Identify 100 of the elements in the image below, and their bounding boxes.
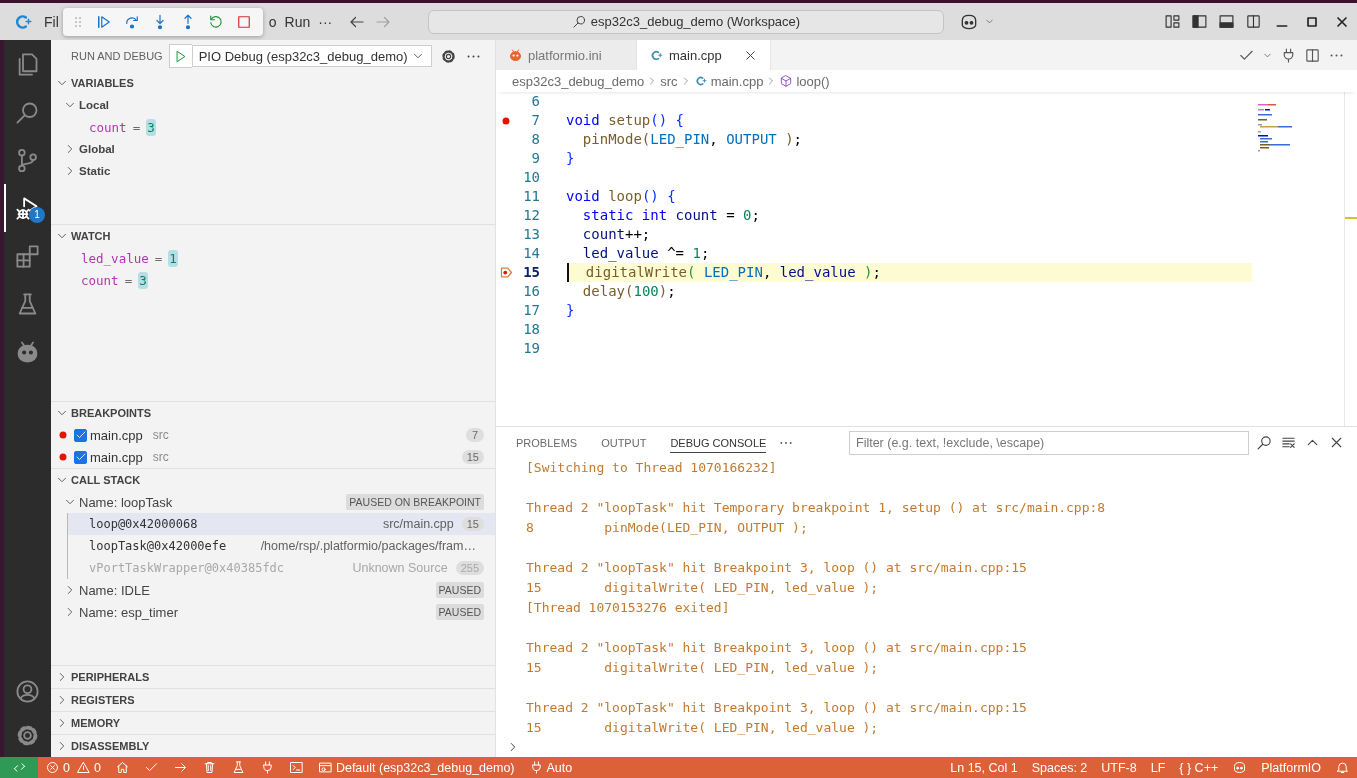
filter-field[interactable]: Filter (e.g. text, !exclude, \escape): [849, 430, 1249, 455]
equals-sign: =: [154, 250, 163, 266]
sidebar-toggle-icon[interactable]: [1191, 13, 1208, 30]
blocks-icon: [14, 242, 41, 270]
variable-value: 1: [168, 249, 178, 267]
equals-sign: =: [124, 272, 133, 288]
editor-tab[interactable]: platformio.ini: [496, 40, 637, 70]
panel-toggle-icon[interactable]: [1218, 13, 1235, 30]
current-line-marker: [1345, 217, 1357, 219]
section-header[interactable]: MEMORY: [51, 712, 495, 734]
variable-name: led_value: [81, 250, 149, 266]
debug-config-dropdown[interactable]: PIO Debug (esp32c3_debug_demo): [191, 45, 432, 67]
equals-sign: =: [132, 119, 141, 135]
line-number: 16: [522, 282, 540, 301]
section-header[interactable]: REGISTERS: [51, 689, 495, 711]
layout-icon[interactable]: [1164, 13, 1181, 30]
breadcrumb[interactable]: esp32c3_debug_demo: [512, 73, 645, 89]
scrollbar-track[interactable]: [1344, 92, 1357, 426]
stack-frame[interactable]: loopTask@0x42000efe /home/rsp/.platformio/packages/fram…: [68, 535, 495, 557]
line-number: 7: [530, 111, 540, 130]
code-line: pinMode(LED_PIN, OUTPUT );: [581, 130, 804, 149]
scope-item[interactable]: Static: [51, 160, 495, 182]
line-number: 15: [522, 263, 540, 282]
code-line: }: [566, 149, 576, 168]
frame-name: loopTask@0x42000efe: [89, 539, 227, 553]
section-header[interactable]: PERIPHERALS: [51, 666, 495, 688]
code-line: void setup() {: [566, 111, 686, 130]
panel-tab[interactable]: PROBLEMS: [516, 432, 578, 453]
status-item[interactable]: Ln 15, Col 1: [943, 757, 1025, 778]
activity-bar-item[interactable]: 1: [4, 184, 49, 232]
line-number: 18: [522, 320, 540, 339]
thread-item[interactable]: Name: esp_timer: [63, 604, 436, 620]
panel-tab[interactable]: OUTPUT: [601, 432, 647, 453]
split-editor-icon[interactable]: [1304, 46, 1321, 64]
frame-name: vPortTaskWrapper@0x40385fdc: [89, 561, 285, 575]
line-badge: 7: [466, 428, 484, 442]
folder-name: src: [152, 428, 170, 442]
menu-item[interactable]: Run: [280, 13, 315, 30]
split-layout-icon[interactable]: [1245, 13, 1262, 30]
panel-tab[interactable]: DEBUG CONSOLE: [670, 432, 767, 453]
badge: 1: [29, 207, 45, 223]
problems-status[interactable]: 0 0: [38, 757, 108, 778]
section-header[interactable]: CALL STACK: [51, 469, 495, 491]
line-number: 19: [522, 339, 540, 358]
status-item[interactable]: Auto: [521, 757, 580, 778]
line-number: 14: [522, 244, 540, 263]
status-item[interactable]: UTF-8: [1094, 757, 1144, 778]
menu-item[interactable]: ···: [314, 13, 337, 30]
breadcrumb[interactable]: src: [660, 73, 678, 89]
breadcrumb[interactable]: main.cpp: [693, 73, 764, 89]
console-line: Thread 2 "loopTask" hit Breakpoint 3, loop () at src/main.cpp:15: [526, 699, 1028, 717]
window-icon: [317, 760, 333, 775]
folder-name: src: [152, 450, 170, 464]
settings-icon[interactable]: [439, 47, 457, 65]
start-debugging-button[interactable]: [168, 44, 192, 68]
variable-name: count: [89, 119, 127, 135]
file-name[interactable]: main.cpp: [90, 449, 143, 465]
menu-item[interactable]: o: [264, 13, 281, 30]
checkbox[interactable]: [74, 428, 87, 442]
status-item[interactable]: { } C++: [1172, 757, 1226, 778]
frame-name: loop@0x42000068: [89, 517, 198, 531]
file-name[interactable]: main.cpp: [90, 427, 143, 443]
section-header[interactable]: DISASSEMBLY: [51, 735, 495, 757]
current-breakpoint-icon[interactable]: [498, 265, 514, 280]
thread-item[interactable]: Name: loopTask: [63, 494, 347, 510]
section-header[interactable]: WATCH: [51, 225, 495, 247]
status-badge: PAUSED: [435, 604, 484, 620]
thread-item[interactable]: Name: IDLE: [63, 582, 436, 598]
code-line: }: [566, 301, 576, 320]
status-item[interactable]: LF: [1143, 757, 1173, 778]
breadcrumb[interactable]: loop(): [779, 73, 830, 89]
checkbox[interactable]: [74, 450, 87, 464]
code-line: void loop() {: [566, 187, 677, 206]
search-icon[interactable]: [1256, 434, 1273, 451]
status-item[interactable]: Default (esp32c3_debug_demo): [310, 757, 522, 778]
current-line-highlight: digitalWrite( LED_PIN, led_value );: [567, 263, 1252, 282]
line-number: 9: [530, 149, 540, 168]
line-number: 8: [530, 130, 540, 149]
alien-icon: [508, 47, 523, 63]
home-icon: [114, 760, 130, 775]
command-center[interactable]: esp32c3_debug_demo (Workspace): [428, 9, 944, 34]
status-item[interactable]: Spaces: 2: [1024, 757, 1095, 778]
error-icon: [45, 760, 60, 775]
section-header[interactable]: VARIABLES: [51, 72, 495, 94]
scope-item[interactable]: Local: [51, 94, 495, 116]
status-item[interactable]: PlatformIO: [1254, 757, 1328, 778]
status-badge: PAUSED ON BREAKPOINT: [346, 494, 484, 510]
code-line: delay(100);: [581, 282, 677, 301]
line-number: 12: [522, 206, 540, 225]
section-header[interactable]: BREAKPOINTS: [51, 402, 495, 424]
scope-item[interactable]: Global: [51, 138, 495, 160]
console-line: [Thread 1070153276 exited]: [526, 599, 731, 617]
stack-frame[interactable]: loop@0x42000068 src/main.cpp 15: [68, 513, 495, 535]
cube-icon: [779, 74, 794, 88]
menu-item[interactable]: Fil: [40, 13, 63, 30]
line-badge: 15: [461, 450, 484, 464]
warning-icon: [75, 760, 91, 775]
line-number: 10: [522, 168, 540, 187]
checkmark-icon: [74, 429, 87, 441]
editor-tab[interactable]: main.cpp: [637, 40, 771, 70]
